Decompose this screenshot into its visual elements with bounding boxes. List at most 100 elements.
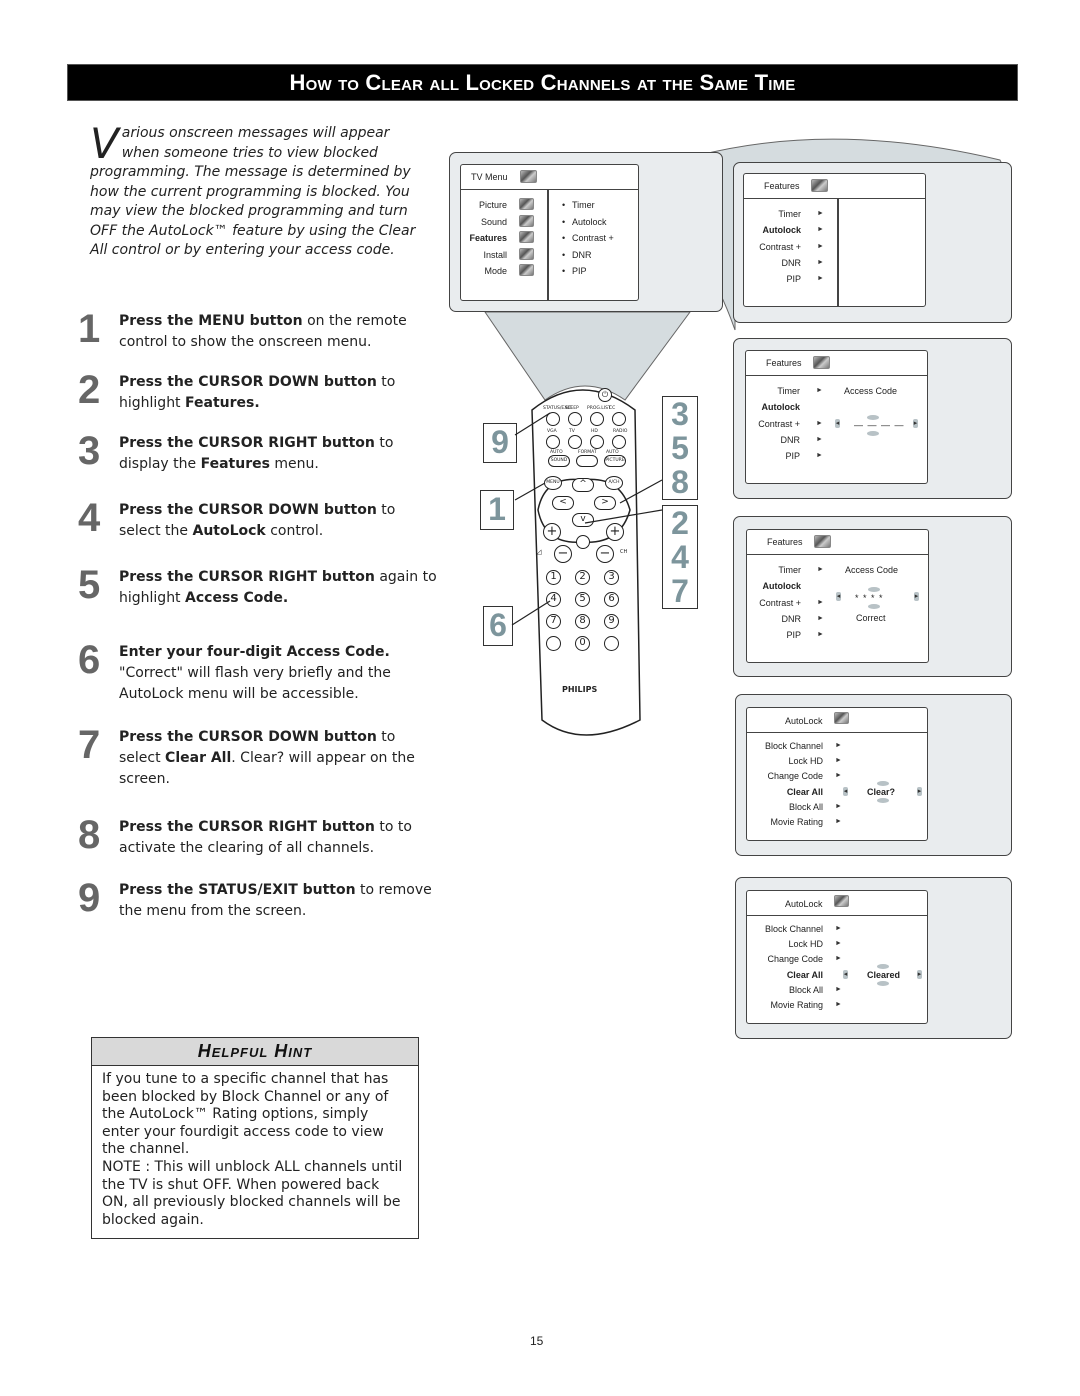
arrow-right-icon: ► [835,925,842,932]
features-item-dnr[interactable]: DNR [782,257,802,269]
arrow-right-icon[interactable]: ▸ [917,786,922,796]
access-code-field[interactable]: — — — — [854,419,905,431]
arrow-right-icon: ► [816,452,823,460]
autolock-item-block-all[interactable]: Block All [789,984,823,996]
autolock-item-movie-rating[interactable]: Movie Rating [770,816,823,828]
leader-6 [511,600,551,626]
autolock-icon [834,895,849,907]
features-menu-3: Features Timer ► Autolock Contrast + ► DNR ► PIP… [746,529,929,663]
features-item-pip[interactable]: PIP [786,629,801,641]
features-item-pip[interactable]: PIP [785,450,800,462]
arrow-right-icon: ► [835,985,842,993]
features-item-pip[interactable]: PIP [786,273,801,285]
arrow-right-icon: ► [835,1001,842,1008]
tv-menu: TV Menu Picture Sound Features Install Mode … [460,164,639,301]
features-item-contrast[interactable]: Contrast + [759,597,801,609]
arrow-down-indicator [867,431,879,436]
access-code-label: Access Code [844,386,898,396]
autolock-item-lock-hd[interactable]: Lock HD [788,938,823,950]
arrow-right-icon: ► [817,566,824,573]
arrow-right-icon: ► [817,631,824,639]
autolock-menu-title: AutoLock [785,899,823,909]
features-item-timer[interactable]: Timer [777,385,800,397]
arrow-right-icon: ► [816,387,823,394]
tv-menu-item-sound[interactable]: Sound [481,216,507,228]
leader-358 [619,479,663,504]
arrow-left-icon[interactable]: ◂ [835,419,840,428]
features-menu-header: Features [744,174,925,199]
autolock-item-change-code[interactable]: Change Code [767,770,823,782]
tv-submenu-item[interactable]: Contrast + [572,232,614,244]
access-code-label: Access Code [845,565,899,575]
leader-247 [584,509,663,524]
features-menu-title: Features [766,358,802,368]
leader-1 [514,482,546,501]
arrow-left-icon[interactable]: ◂ [843,786,848,796]
arrow-right-icon: ► [817,258,824,266]
features-item-timer[interactable]: Timer [778,564,801,576]
autolock-item-clear-all[interactable]: Clear All [787,786,823,798]
features-item-contrast[interactable]: Contrast + [758,418,800,430]
features-menu-1: Features Timer ► Autolock ► Contrast + ► DNR ► PI… [743,173,926,307]
tv-menu-item-features[interactable]: Features [469,232,507,244]
tv-menu-item-mode[interactable]: Mode [484,265,507,277]
features-menu-title: Features [767,537,803,547]
tv-submenu-item[interactable]: Timer [572,199,595,211]
features-menu-header: Features [746,351,927,376]
features-menu-2: Features Timer ► Autolock Contrast + ► DNR ► PIP… [745,350,928,484]
autolock-item-clear-all[interactable]: Clear All [787,969,823,981]
arrow-right-icon[interactable]: ▸ [913,419,918,428]
tv-menu-title: TV Menu [471,172,508,182]
clear-all-value[interactable]: Cleared [867,969,900,981]
arrow-right-icon: ► [835,818,842,825]
autolock-menu-header: AutoLock [747,891,927,916]
arrow-right-icon: ► [835,742,842,749]
features-menu-title: Features [764,181,800,191]
arrow-right-icon: ► [835,940,842,948]
arrow-right-icon: ► [835,757,842,765]
arrow-right-icon: ► [817,226,824,234]
arrow-right-icon: ► [817,614,824,622]
autolock-icon [834,712,849,724]
autolock-item-block-all[interactable]: Block All [789,801,823,813]
autolock-item-block-channel[interactable]: Block Channel [765,740,823,752]
features-item-dnr[interactable]: DNR [782,613,802,625]
arrow-left-icon[interactable]: ◂ [836,592,841,601]
sound-icon [519,214,534,227]
features-item-dnr[interactable]: DNR [781,434,801,446]
arrow-down-indicator [877,980,889,986]
access-code-field[interactable]: * * * * [855,592,884,604]
tv-submenu-item[interactable]: DNR [572,249,592,261]
features-item-autolock[interactable]: Autolock [762,224,801,236]
features-icon [811,179,828,192]
arrow-right-icon: ► [816,419,823,427]
features-menu-header: Features [747,530,928,555]
features-item-timer[interactable]: Timer [778,208,801,220]
arrow-right-icon: ► [816,435,823,443]
autolock-item-lock-hd[interactable]: Lock HD [788,755,823,767]
arrow-right-icon: ► [835,955,842,963]
features-item-contrast[interactable]: Contrast + [759,241,801,253]
autolock-item-block-channel[interactable]: Block Channel [765,923,823,935]
tv-menu-item-install[interactable]: Install [483,249,507,261]
arrow-right-icon: ► [817,210,824,217]
leader-9 [514,412,551,436]
arrow-right-icon: ► [817,275,824,283]
autolock-item-change-code[interactable]: Change Code [767,953,823,965]
features-icon [814,535,831,548]
autolock-menu-1: AutoLock Block Channel ► Lock HD ► Change Cod… [746,707,928,841]
arrow-left-icon[interactable]: ◂ [843,969,848,979]
arrow-right-icon[interactable]: ▸ [917,969,922,979]
autolock-item-movie-rating[interactable]: Movie Rating [770,999,823,1011]
bullet-icon: • [562,216,566,227]
arrow-right-icon[interactable]: ▸ [914,592,919,601]
clear-all-value[interactable]: Clear? [867,786,895,798]
callout-leader-lines [511,412,663,626]
tv-menu-divider [547,190,549,300]
tv-submenu-item[interactable]: PIP [572,265,587,277]
bullet-icon: • [562,233,566,243]
tv-submenu-item[interactable]: Autolock [572,216,607,228]
features-item-autolock[interactable]: Autolock [761,401,800,413]
features-item-autolock[interactable]: Autolock [762,580,801,592]
tv-menu-item-picture[interactable]: Picture [479,199,507,211]
